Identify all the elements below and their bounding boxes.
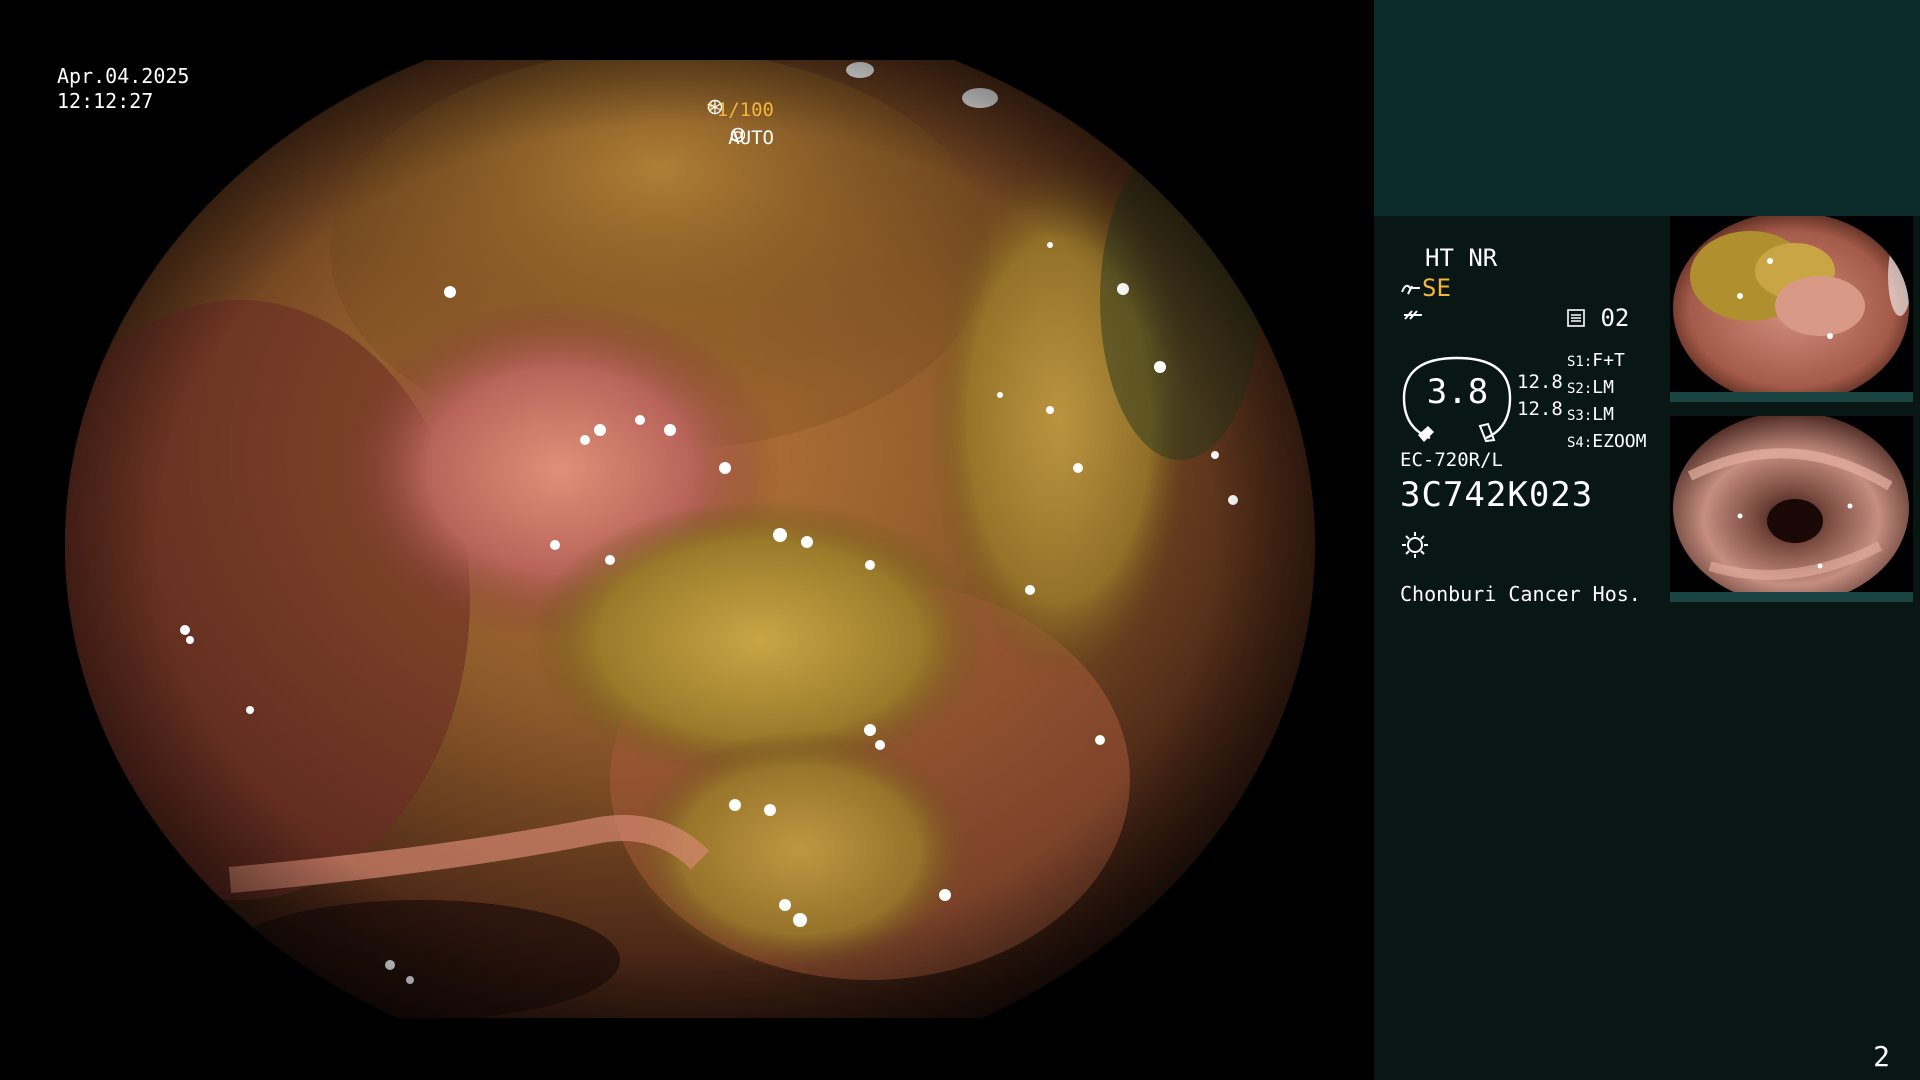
thumbnail-image-2	[1673, 416, 1909, 602]
sun-light-icon	[1402, 532, 1428, 558]
thumbnail-bar-1	[1670, 392, 1913, 402]
thumbnail-image-1	[1673, 216, 1909, 402]
enhancement-mode: HT NR	[1425, 244, 1498, 272]
aperture-icon	[708, 99, 723, 115]
endoscopic-view: Apr.04.2025 12:12:27 *1/100 AUTO	[0, 0, 1374, 1080]
page-number: 2	[1873, 1040, 1890, 1073]
structure-mode-label: SE	[1422, 274, 1451, 302]
exam-time: 12:12:27	[57, 89, 154, 113]
exam-date: Apr.04.2025	[57, 64, 190, 88]
scope-model: EC-720R/L	[1400, 449, 1503, 471]
structure-value: 3.8	[1426, 372, 1489, 412]
equalizer-row	[1402, 305, 1424, 331]
switch-row-s4: S4:EZOOM	[1567, 431, 1647, 452]
record-count: 02	[1600, 304, 1630, 332]
equalizer-icon	[1404, 310, 1422, 320]
record-card-icon	[1567, 309, 1585, 327]
record-row: 02	[1566, 304, 1629, 332]
structure-enhance-icon	[1401, 284, 1420, 295]
shutter-speed: *1/100	[705, 99, 774, 121]
scope-serial: 3C742K023	[1400, 475, 1594, 515]
captured-thumbnail-1[interactable]	[1670, 216, 1913, 402]
info-panel-header	[1374, 0, 1920, 216]
hospital-name: Chonburi Cancer Hos.	[1400, 582, 1641, 606]
switch-assignments: S1:F+T S2:LM S3:LM S4:EZOOM	[1567, 348, 1646, 456]
iris-mode: AUTO	[728, 127, 774, 149]
switch-row-s3: S3:LM	[1567, 404, 1614, 425]
switch-row-s2: S2:LM	[1567, 377, 1614, 398]
captured-thumbnail-2[interactable]	[1670, 416, 1913, 602]
thumbnail-bar-2	[1670, 592, 1913, 602]
iris-ring-icon	[731, 127, 746, 143]
switch-row-s1: S1:F+T	[1567, 350, 1625, 371]
level-value-1: 12.8	[1517, 371, 1563, 393]
structure-mode-row: SE	[1400, 274, 1451, 302]
endoscopic-image	[65, 60, 1315, 1018]
level-value-2: 12.8	[1517, 398, 1563, 420]
